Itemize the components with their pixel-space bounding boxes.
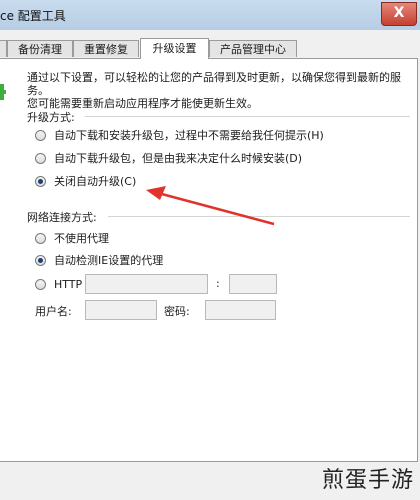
- annotation-arrow: [146, 186, 275, 226]
- watermark: 煎蛋手游: [321, 468, 414, 493]
- tab-upgrade-settings[interactable]: 升级设置: [140, 38, 209, 59]
- tab-label: 升级设置: [152, 42, 197, 55]
